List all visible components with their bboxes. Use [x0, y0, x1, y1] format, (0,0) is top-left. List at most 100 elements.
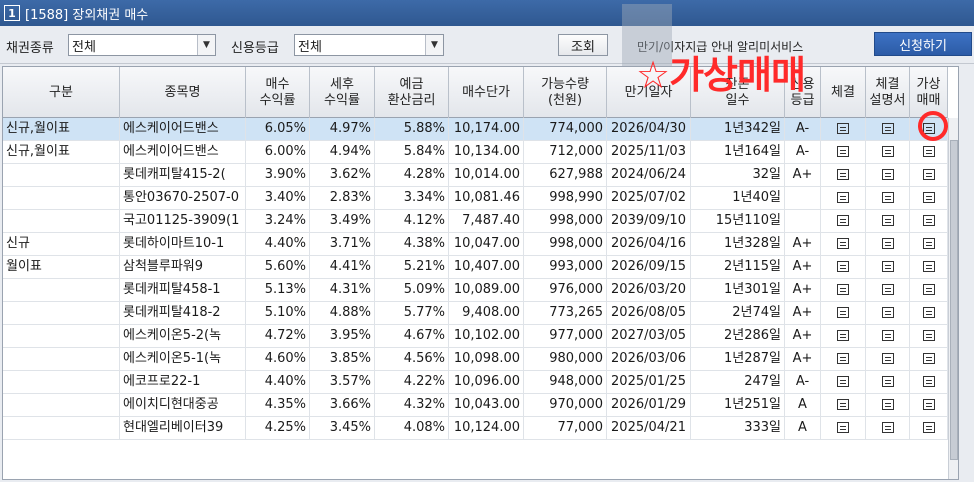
col-virtual-trade-cell[interactable]: [910, 348, 948, 371]
col-trade-guide-cell[interactable]: [866, 118, 910, 141]
document-icon[interactable]: [837, 123, 849, 134]
document-icon[interactable]: [922, 307, 935, 318]
header-col-name[interactable]: 종목명: [120, 67, 246, 118]
col-virtual-trade-cell[interactable]: [910, 256, 948, 279]
col-trade-cell[interactable]: [821, 417, 866, 440]
col-trade-cell[interactable]: [821, 187, 866, 210]
col-trade-cell[interactable]: [821, 394, 866, 417]
document-icon[interactable]: [922, 284, 935, 295]
table-row[interactable]: 현대엘리베이터39 4.25% 3.45% 4.08% 10,124.00 77,000 2…: [3, 417, 948, 440]
document-icon[interactable]: [881, 192, 894, 203]
col-trade-guide-cell[interactable]: [866, 348, 910, 371]
col-virtual-trade-cell[interactable]: [910, 371, 948, 394]
document-icon[interactable]: [837, 192, 849, 203]
col-virtual-trade-cell[interactable]: [910, 394, 948, 417]
document-icon[interactable]: [881, 238, 894, 249]
col-trade-cell[interactable]: [821, 256, 866, 279]
col-trade-cell[interactable]: [821, 348, 866, 371]
table-row[interactable]: 에코프로22-1 4.40% 3.57% 4.22% 10,096.00 948,000 2…: [3, 371, 948, 394]
table-row[interactable]: 롯데캐피탈418-2 5.10% 4.88% 5.77% 9,408.00 773,265…: [3, 302, 948, 325]
document-icon[interactable]: [837, 284, 849, 295]
header-col-trade-guide[interactable]: 체결 설명서: [866, 67, 910, 118]
document-icon[interactable]: [881, 123, 894, 134]
header-col-category[interactable]: 구분: [3, 67, 120, 118]
document-icon[interactable]: [922, 238, 935, 249]
header-col-deposit-rate[interactable]: 예금 환산금리: [375, 67, 449, 118]
query-button[interactable]: 조회: [558, 34, 608, 56]
col-trade-cell[interactable]: [821, 371, 866, 394]
col-virtual-trade-cell[interactable]: [910, 279, 948, 302]
credit-grade-select[interactable]: 전체 ▼: [294, 34, 444, 56]
col-virtual-trade-cell[interactable]: [910, 187, 948, 210]
document-icon[interactable]: [922, 169, 935, 180]
chevron-down-icon[interactable]: ▼: [197, 35, 215, 55]
document-icon[interactable]: [881, 399, 894, 410]
document-icon[interactable]: [837, 422, 849, 433]
document-icon[interactable]: [881, 215, 894, 226]
document-icon[interactable]: [837, 238, 849, 249]
document-icon[interactable]: [881, 307, 894, 318]
col-trade-guide-cell[interactable]: [866, 164, 910, 187]
header-col-buy-yield[interactable]: 매수 수익률: [246, 67, 310, 118]
col-virtual-trade-cell[interactable]: [910, 302, 948, 325]
col-trade-guide-cell[interactable]: [866, 210, 910, 233]
document-icon[interactable]: [837, 169, 849, 180]
document-icon[interactable]: [922, 146, 935, 157]
col-virtual-trade-cell[interactable]: [910, 417, 948, 440]
col-trade-guide-cell[interactable]: [866, 417, 910, 440]
bond-type-select[interactable]: 전체 ▼: [68, 34, 216, 56]
col-trade-cell[interactable]: [821, 164, 866, 187]
col-trade-cell[interactable]: [821, 279, 866, 302]
document-icon[interactable]: [881, 261, 894, 272]
document-icon[interactable]: [922, 353, 935, 364]
document-icon[interactable]: [881, 169, 894, 180]
document-icon[interactable]: [837, 399, 849, 410]
col-virtual-trade-cell[interactable]: [910, 233, 948, 256]
col-trade-cell[interactable]: [821, 141, 866, 164]
header-col-buy-price[interactable]: 매수단가: [449, 67, 524, 118]
table-row[interactable]: 신규 롯데하이마트10-1 4.40% 3.71% 4.38% 10,047.00 998,…: [3, 233, 948, 256]
table-row[interactable]: 에스케이온5-2(녹 4.72% 3.95% 4.67% 10,102.00 977,00…: [3, 325, 948, 348]
table-row[interactable]: 월이표 삼척블루파워9 5.60% 4.41% 5.21% 10,407.00 993,00…: [3, 256, 948, 279]
document-icon[interactable]: [922, 261, 935, 272]
col-trade-guide-cell[interactable]: [866, 325, 910, 348]
apply-button[interactable]: 신청하기: [874, 32, 972, 56]
table-row[interactable]: 롯데캐피탈458-1 5.13% 4.31% 5.09% 10,089.00 976,00…: [3, 279, 948, 302]
col-trade-guide-cell[interactable]: [866, 256, 910, 279]
document-icon[interactable]: [922, 192, 935, 203]
document-icon[interactable]: [837, 215, 849, 226]
col-trade-guide-cell[interactable]: [866, 394, 910, 417]
table-row[interactable]: 롯데캐피탈415-2(3.90% 3.62% 4.28% 10,014.00 627,9…: [3, 164, 948, 187]
col-trade-cell[interactable]: [821, 325, 866, 348]
col-virtual-trade-cell[interactable]: [910, 164, 948, 187]
document-icon[interactable]: [922, 330, 935, 341]
document-icon[interactable]: [881, 330, 894, 341]
document-icon[interactable]: [837, 330, 849, 341]
col-trade-guide-cell[interactable]: [866, 233, 910, 256]
col-trade-cell[interactable]: [821, 118, 866, 141]
col-trade-guide-cell[interactable]: [866, 187, 910, 210]
table-row[interactable]: 통안03670-2507-0 3.40% 2.83% 3.34% 10,081.46 99…: [3, 187, 948, 210]
document-icon[interactable]: [837, 307, 849, 318]
col-trade-cell[interactable]: [821, 233, 866, 256]
document-icon[interactable]: [922, 422, 935, 433]
document-icon[interactable]: [881, 284, 894, 295]
table-row[interactable]: 에이치디현대중공 4.35% 3.66% 4.32% 10,043.00 970,000 2…: [3, 394, 948, 417]
col-trade-guide-cell[interactable]: [866, 302, 910, 325]
document-icon[interactable]: [881, 146, 894, 157]
col-virtual-trade-cell[interactable]: [910, 141, 948, 164]
document-icon[interactable]: [837, 261, 849, 272]
scrollbar-thumb[interactable]: [950, 140, 958, 460]
document-icon[interactable]: [837, 376, 849, 387]
document-icon[interactable]: [922, 215, 935, 226]
document-icon[interactable]: [922, 376, 935, 387]
table-row[interactable]: 신규,월이표 에스케이어드밴스 6.00% 4.94% 5.84% 10,134.00 71…: [3, 141, 948, 164]
header-col-quantity[interactable]: 가능수량 (천원): [524, 67, 607, 118]
chevron-down-icon[interactable]: ▼: [425, 35, 443, 55]
document-icon[interactable]: [881, 353, 894, 364]
header-col-trade[interactable]: 체결: [821, 67, 866, 118]
document-icon[interactable]: [881, 422, 894, 433]
table-row[interactable]: 국고01125-3909(1 3.24% 3.49% 4.12% 7,487.40 998…: [3, 210, 948, 233]
table-row[interactable]: 에스케이온5-1(녹 4.60% 3.85% 4.56% 10,098.00 980,00…: [3, 348, 948, 371]
document-icon[interactable]: [837, 146, 849, 157]
